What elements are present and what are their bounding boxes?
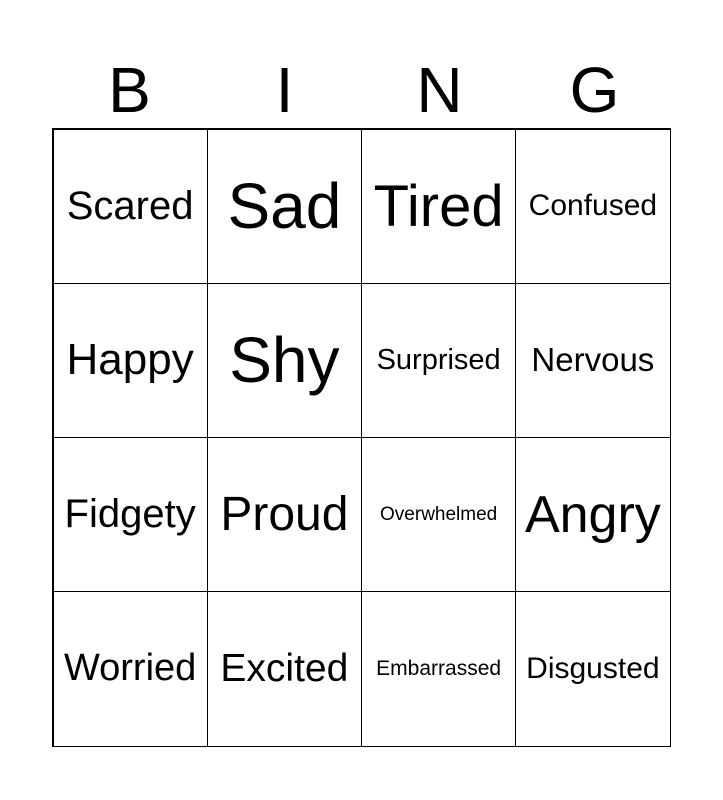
cell-text: Confused [528, 189, 658, 223]
bingo-grid: Scared Sad Tired Confused Happy Shy Surp… [52, 128, 671, 747]
bingo-cell[interactable]: Happy [52, 282, 208, 438]
cell-text: Happy [66, 335, 194, 385]
bingo-cell[interactable]: Scared [52, 128, 208, 284]
cell-text: Worried [63, 647, 197, 690]
bingo-cell[interactable]: Proud [206, 437, 362, 593]
bingo-cell[interactable]: Angry [515, 437, 671, 593]
header-letter-n: N [416, 54, 463, 126]
cell-text: Proud [220, 488, 349, 542]
header-letter-b: B [108, 54, 151, 126]
bingo-cell[interactable]: Tired [361, 128, 517, 284]
cell-text: Scared [66, 183, 194, 228]
bingo-cell[interactable]: Confused [515, 128, 671, 284]
bingo-cell[interactable]: Excited [206, 591, 362, 747]
bingo-cell[interactable]: Sad [206, 128, 362, 284]
header-letter-i: I [275, 54, 294, 126]
bingo-cell[interactable]: Disgusted [515, 591, 671, 747]
cell-text: Overwhelmed [380, 503, 498, 525]
cell-text: Sad [227, 170, 342, 243]
cell-text: Angry [524, 485, 661, 544]
bingo-cell[interactable]: Surprised [361, 282, 517, 438]
cell-text: Nervous [531, 341, 655, 379]
bingo-header: B I N G [52, 52, 672, 128]
cell-text: Fidgety [64, 492, 196, 537]
bingo-cell[interactable]: Overwhelmed [361, 437, 517, 593]
cell-text: Embarrassed [376, 656, 502, 680]
bingo-cell[interactable]: Fidgety [52, 437, 208, 593]
cell-text: Disgusted [526, 651, 660, 685]
bingo-cell[interactable]: Shy [206, 282, 362, 438]
cell-text: Excited [220, 646, 349, 690]
bingo-cell[interactable]: Nervous [515, 282, 671, 438]
cell-text: Surprised [376, 343, 501, 376]
header-letter-g: G [569, 54, 620, 126]
cell-text: Shy [229, 324, 340, 397]
bingo-cell[interactable]: Embarrassed [361, 591, 517, 747]
bingo-cell[interactable]: Worried [52, 591, 208, 747]
cell-text: Tired [373, 173, 504, 239]
